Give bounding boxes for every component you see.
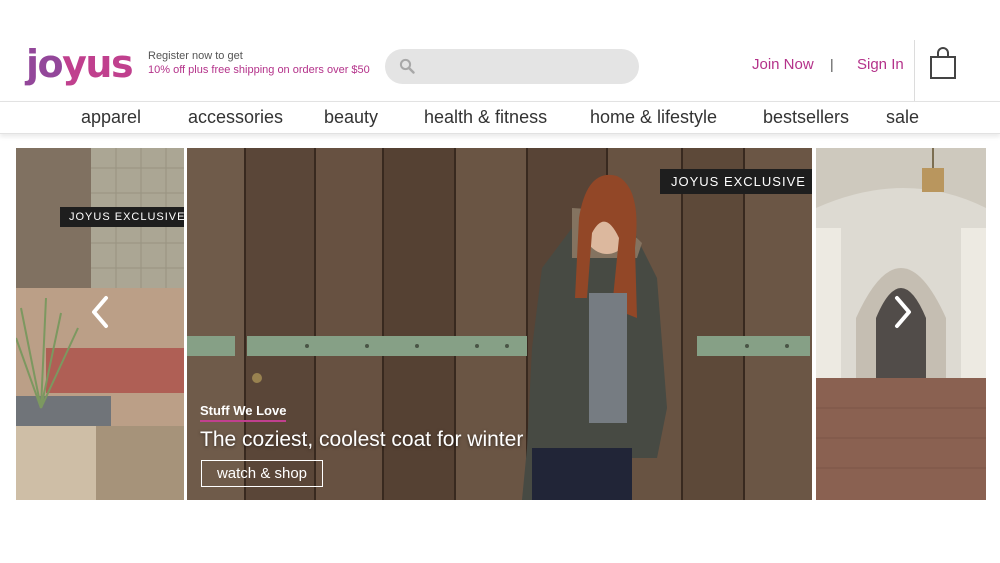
logo-prefix: jo (26, 42, 64, 86)
header-divider (914, 40, 915, 101)
join-now-link[interactable]: Join Now (752, 56, 814, 73)
promo-line-2: 10% off plus free shipping on orders ove… (148, 64, 370, 76)
exclusive-badge-left: JOYUS EXCLUSIVE (60, 207, 184, 227)
account-separator: | (830, 56, 834, 72)
slide-kicker: Stuff We Love (200, 403, 287, 422)
chevron-left-icon[interactable] (88, 294, 112, 330)
search-input[interactable] (421, 49, 631, 84)
chevron-right-icon[interactable] (891, 294, 915, 330)
promo-line-1: Register now to get (148, 50, 243, 62)
exclusive-badge-main: JOYUS EXCLUSIVE (660, 169, 812, 194)
hero-carousel: JOYUS EXCLUSIVE JOYUS EXCLUSIVE Stuff We… (16, 148, 986, 500)
search-bar[interactable] (385, 49, 639, 84)
shopping-bag-icon[interactable] (929, 46, 957, 80)
sign-in-link[interactable]: Sign In (857, 56, 904, 73)
nav-item-accessories[interactable]: accessories (188, 107, 283, 128)
category-nav: apparel accessories beauty health & fitn… (0, 101, 1000, 134)
site-header: joyus Register now to get 10% off plus f… (0, 0, 1000, 101)
logo-accent: yus (62, 42, 133, 86)
slide-title: The coziest, coolest coat for winter (200, 428, 524, 451)
register-promo[interactable]: Register now to get 10% off plus free sh… (148, 49, 370, 77)
nav-item-bestsellers[interactable]: bestsellers (763, 107, 849, 128)
search-icon[interactable] (399, 58, 415, 74)
nav-item-sale[interactable]: sale (886, 107, 919, 128)
nav-item-apparel[interactable]: apparel (81, 107, 141, 128)
nav-item-health-fitness[interactable]: health & fitness (424, 107, 547, 128)
joyus-logo[interactable]: joyus (26, 42, 134, 86)
nav-item-beauty[interactable]: beauty (324, 107, 378, 128)
watch-and-shop-button[interactable]: watch & shop (201, 460, 323, 487)
nav-item-home-lifestyle[interactable]: home & lifestyle (590, 107, 717, 128)
